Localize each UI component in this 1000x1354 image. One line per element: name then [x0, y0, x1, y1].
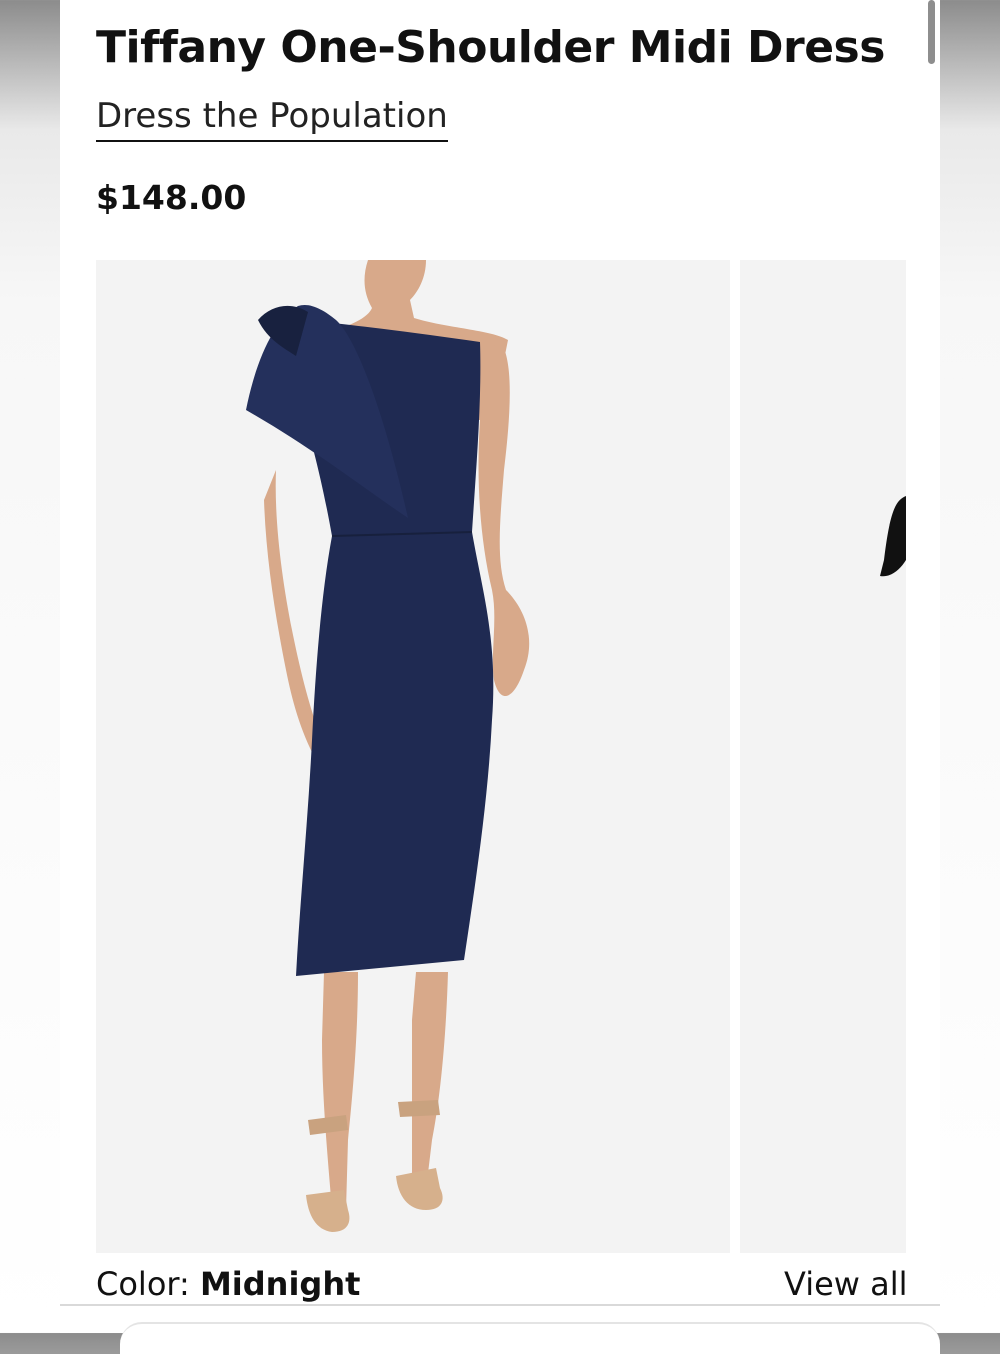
section-divider	[60, 1304, 940, 1306]
brand-link[interactable]: Dress the Population	[96, 94, 448, 142]
next-image-glimpse	[880, 496, 906, 577]
product-title: Tiffany One-Shoulder Midi Dress	[96, 22, 885, 73]
color-value: Midnight	[199, 1265, 361, 1303]
dress-model-illustration	[246, 260, 530, 1232]
view-all-colors-link[interactable]: View all	[784, 1262, 908, 1306]
product-image[interactable]	[96, 260, 730, 1253]
next-product-image[interactable]	[740, 260, 906, 1253]
color-selection: Color: Midnight	[96, 1262, 360, 1306]
product-image-gallery[interactable]	[96, 260, 940, 1253]
scrollbar-thumb[interactable]	[928, 0, 935, 64]
bottom-sheet-edge	[120, 1322, 940, 1354]
color-label: Color:	[96, 1265, 190, 1303]
product-detail-panel: Tiffany One-Shoulder Midi Dress Dress th…	[60, 0, 940, 1333]
product-price: $148.00	[96, 178, 247, 217]
